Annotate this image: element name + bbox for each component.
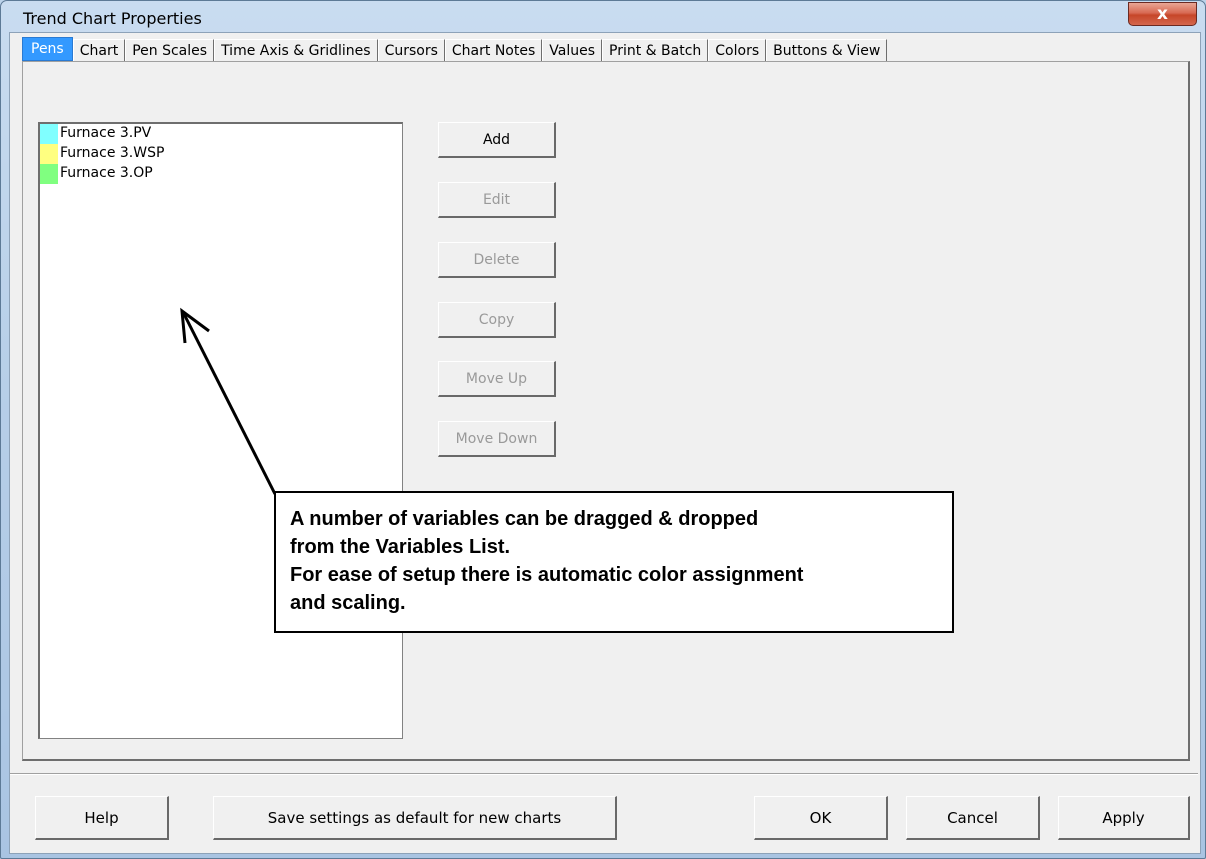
cancel-button[interactable]: Cancel bbox=[906, 796, 1040, 840]
tab-pen-scales[interactable]: Pen Scales bbox=[125, 39, 215, 61]
tab-chart-notes[interactable]: Chart Notes bbox=[444, 39, 543, 61]
callout-line: A number of variables can be dragged & d… bbox=[290, 508, 759, 530]
pen-list[interactable]: Furnace 3.PV Furnace 3.WSP Furnace 3.OP bbox=[38, 122, 403, 739]
callout-annotation: A number of variables can be dragged & d… bbox=[274, 491, 954, 633]
tab-buttons-view[interactable]: Buttons & View bbox=[766, 39, 888, 61]
pen-list-item[interactable]: Furnace 3.WSP bbox=[40, 144, 402, 164]
title-bar[interactable]: Trend Chart Properties x bbox=[1, 1, 1205, 31]
tab-pens[interactable]: Pens bbox=[22, 37, 73, 61]
tab-print-batch[interactable]: Print & Batch bbox=[602, 39, 709, 61]
callout-line: and scaling. bbox=[290, 592, 406, 614]
tab-strip: Pens Chart Pen Scales Time Axis & Gridli… bbox=[22, 35, 888, 61]
add-button[interactable]: Add bbox=[438, 122, 556, 158]
tab-chart[interactable]: Chart bbox=[72, 39, 126, 61]
callout-line: from the Variables List. bbox=[290, 536, 511, 558]
pen-color-swatch bbox=[40, 124, 58, 144]
delete-button[interactable]: Delete bbox=[438, 242, 556, 278]
move-down-button[interactable]: Move Down bbox=[438, 421, 556, 457]
dialog-client-area: Pens Chart Pen Scales Time Axis & Gridli… bbox=[9, 32, 1201, 854]
pen-color-swatch bbox=[40, 144, 58, 164]
close-button[interactable]: x bbox=[1128, 2, 1197, 26]
close-icon: x bbox=[1157, 4, 1168, 24]
tab-time-axis-gridlines[interactable]: Time Axis & Gridlines bbox=[214, 39, 378, 61]
tab-colors[interactable]: Colors bbox=[708, 39, 767, 61]
footer-separator bbox=[10, 773, 1198, 775]
dialog-window: Trend Chart Properties x Pens Chart Pen … bbox=[0, 0, 1206, 859]
copy-button[interactable]: Copy bbox=[438, 302, 556, 338]
apply-button[interactable]: Apply bbox=[1058, 796, 1190, 840]
pen-label: Furnace 3.WSP bbox=[60, 145, 165, 161]
tab-values[interactable]: Values bbox=[542, 39, 603, 61]
tab-cursors[interactable]: Cursors bbox=[377, 39, 445, 61]
pen-label: Furnace 3.OP bbox=[60, 165, 153, 181]
window-title: Trend Chart Properties bbox=[23, 9, 202, 28]
help-button[interactable]: Help bbox=[35, 796, 169, 840]
edit-button[interactable]: Edit bbox=[438, 182, 556, 218]
callout-line: For ease of setup there is automatic col… bbox=[290, 564, 804, 586]
pen-list-item[interactable]: Furnace 3.PV bbox=[40, 124, 402, 144]
save-default-button[interactable]: Save settings as default for new charts bbox=[213, 796, 617, 840]
pen-color-swatch bbox=[40, 164, 58, 184]
move-up-button[interactable]: Move Up bbox=[438, 361, 556, 397]
ok-button[interactable]: OK bbox=[754, 796, 888, 840]
pen-list-item[interactable]: Furnace 3.OP bbox=[40, 164, 402, 184]
pen-label: Furnace 3.PV bbox=[60, 125, 152, 141]
